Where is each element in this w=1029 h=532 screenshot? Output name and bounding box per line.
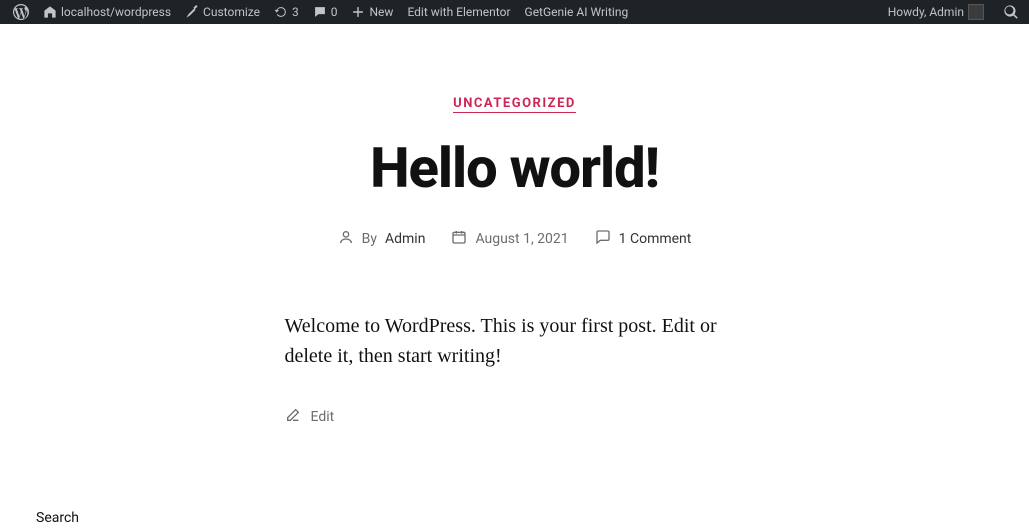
comments-link[interactable]: 0 [306, 0, 345, 24]
meta-comments[interactable]: 1 Comment [595, 229, 692, 249]
category-link[interactable]: UNCATEGORIZED [453, 96, 576, 113]
howdy-text: Howdy, Admin [888, 5, 964, 19]
meta-date: August 1, 2021 [451, 229, 568, 249]
edit-icon [285, 407, 301, 427]
search-heading: Search [36, 510, 79, 526]
comment-bubble-icon [313, 5, 327, 19]
home-icon [43, 5, 57, 19]
search-icon [1003, 4, 1019, 20]
site-name-link[interactable]: localhost/wordpress [36, 0, 178, 24]
comments-count: 0 [331, 5, 338, 19]
wp-admin-bar: localhost/wordpress Customize 3 0 New [0, 0, 1029, 24]
edit-elementor-label: Edit with Elementor [407, 5, 510, 19]
comments-count-label: 1 Comment [619, 231, 692, 247]
brush-icon [185, 5, 199, 19]
edit-post-link[interactable]: Edit [311, 409, 335, 425]
new-label: New [369, 5, 393, 19]
meta-author: By Admin [338, 229, 426, 249]
wp-logo-menu[interactable] [6, 0, 36, 24]
wordpress-logo-icon [13, 4, 29, 20]
calendar-icon [451, 229, 467, 249]
new-content-link[interactable]: New [344, 0, 400, 24]
edit-elementor-link[interactable]: Edit with Elementor [400, 0, 517, 24]
update-icon [274, 5, 288, 19]
search-toggle[interactable] [999, 0, 1023, 24]
updates-link[interactable]: 3 [267, 0, 306, 24]
admin-bar-left: localhost/wordpress Customize 3 0 New [6, 0, 635, 24]
post-meta: By Admin August 1, 2021 1 Comment [195, 229, 835, 249]
author-name[interactable]: Admin [385, 231, 425, 247]
post-date: August 1, 2021 [475, 231, 568, 247]
getgenie-link[interactable]: GetGenie AI Writing [518, 0, 636, 24]
person-icon [338, 229, 354, 249]
edit-post-row: Edit [285, 407, 745, 427]
account-menu[interactable]: Howdy, Admin [881, 0, 991, 24]
admin-bar-right: Howdy, Admin [881, 0, 1023, 24]
avatar [968, 4, 984, 20]
comment-icon [595, 229, 611, 249]
customize-label: Customize [203, 5, 260, 19]
updates-count: 3 [292, 5, 299, 19]
post-title: Hello world! [195, 135, 835, 201]
post-body: Welcome to WordPress. This is your first… [285, 311, 745, 371]
customize-link[interactable]: Customize [178, 0, 267, 24]
getgenie-label: GetGenie AI Writing [525, 5, 629, 19]
site-name-text: localhost/wordpress [61, 5, 171, 19]
post-header: UNCATEGORIZED Hello world! By Admin Augu… [195, 24, 835, 249]
plus-icon [351, 5, 365, 19]
by-label: By [362, 231, 377, 247]
